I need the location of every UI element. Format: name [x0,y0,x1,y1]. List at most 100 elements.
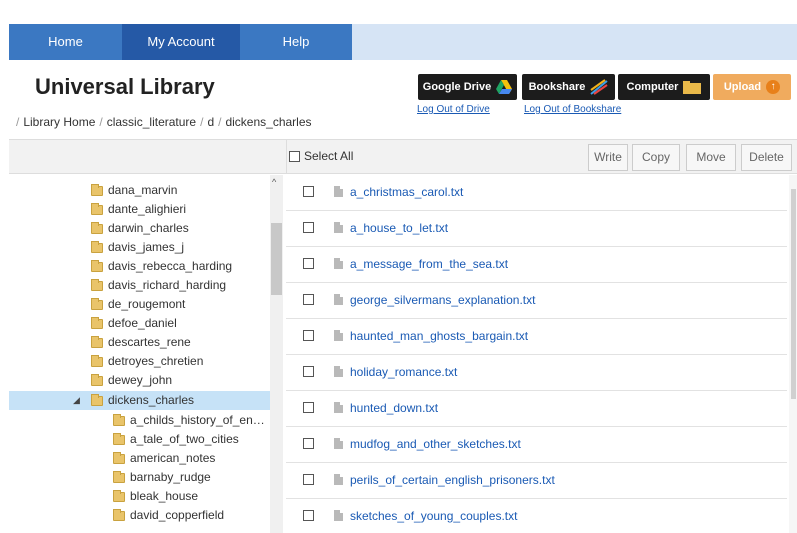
file-checkbox[interactable] [303,474,314,485]
folder-icon [91,202,103,215]
tree-item-davis-richard-harding[interactable]: davis_richard_harding [91,276,226,295]
file-name-link[interactable]: holiday_romance.txt [350,365,457,379]
select-all-checkbox[interactable]: Select All [289,149,353,163]
file-row[interactable]: a_message_from_the_sea.txt [286,247,787,283]
nav-tab-home[interactable]: Home [9,24,122,60]
main-nav: Home My Account Help [9,24,797,60]
tree-item-david-copperfield[interactable]: david_copperfield [113,506,224,525]
file-row[interactable]: george_silvermans_explanation.txt [286,283,787,319]
tree-item-label: dewey_john [108,373,173,387]
file-name-link[interactable]: haunted_man_ghosts_bargain.txt [350,329,528,343]
tree-item-label: descartes_rene [108,335,191,349]
file-name-link[interactable]: a_christmas_carol.txt [350,185,463,199]
file-row[interactable]: a_house_to_let.txt [286,211,787,247]
tree-item-dante-alighieri[interactable]: dante_alighieri [91,200,186,219]
folder-icon [113,451,125,464]
file-name-link[interactable]: a_message_from_the_sea.txt [350,257,508,271]
folder-icon [113,489,125,502]
tree-item-davis-rebecca-harding[interactable]: davis_rebecca_harding [91,257,232,276]
file-checkbox[interactable] [303,402,314,413]
nav-tab-my-account[interactable]: My Account [122,24,240,60]
file-row[interactable]: hunted_down.txt [286,391,787,427]
checkbox[interactable] [289,150,300,162]
document-icon [334,330,343,341]
folder-icon [113,413,125,426]
tree-item-label: david_copperfield [130,508,225,522]
breadcrumb-dickens-charles[interactable]: dickens_charles [225,115,311,129]
tree-item-de-rougemont[interactable]: de_rougemont [91,295,185,314]
google-drive-button-label: Google Drive [422,81,492,93]
file-checkbox[interactable] [303,438,314,449]
breadcrumb-separator: / [218,115,222,129]
folder-icon [91,259,103,272]
folder-icon [91,297,103,310]
tree-item-dewey-john[interactable]: dewey_john [91,371,172,390]
breadcrumb: / Library Home / classic_literature / d / dicke… [12,115,312,129]
bookshare-button[interactable]: Bookshare [522,74,615,100]
google-drive-button[interactable]: Google Drive [418,74,517,100]
expand-triangle-icon[interactable]: ◢ [73,391,80,410]
file-name-link[interactable]: perils_of_certain_english_prisoners.txt [350,473,555,487]
tree-item-dana-marvin[interactable]: dana_marvin [91,181,177,200]
file-row[interactable]: perils_of_certain_english_prisoners.txt [286,463,787,499]
breadcrumb-classic-literature[interactable]: classic_literature [107,115,196,129]
scroll-up-arrow-icon[interactable]: ^ [272,177,276,187]
breadcrumb-library-home[interactable]: Library Home [23,115,95,129]
file-name-link[interactable]: sketches_of_young_couples.txt [350,509,517,523]
nav-tab-help[interactable]: Help [240,24,352,60]
document-icon [334,510,343,521]
folder-icon [91,278,103,291]
tree-item-detroyes-chretien[interactable]: detroyes_chretien [91,352,203,371]
tree-item-bleak-house[interactable]: bleak_house [113,487,198,506]
tree-item-defoe-daniel[interactable]: defoe_daniel [91,314,177,333]
document-icon [334,438,343,449]
breadcrumb-separator: / [99,115,103,129]
tree-item-a-tale-of-two-cities[interactable]: a_tale_of_two_cities [113,430,239,449]
file-name-link[interactable]: hunted_down.txt [350,401,438,415]
tree-item-dickens-charles[interactable]: ◢ dickens_charles [9,391,271,410]
document-icon [334,294,343,305]
file-name-link[interactable]: a_house_to_let.txt [350,221,448,235]
file-checkbox[interactable] [303,366,314,377]
delete-button[interactable]: Delete [741,144,792,171]
file-row[interactable]: haunted_man_ghosts_bargain.txt [286,319,787,355]
upload-button[interactable]: Upload ↑ [713,74,791,100]
tree-item-darwin-charles[interactable]: darwin_charles [91,219,189,238]
tree-item-label: dickens_charles [108,393,195,407]
tree-item-descartes-rene[interactable]: descartes_rene [91,333,191,352]
logout-bookshare-link[interactable]: Log Out of Bookshare [524,104,621,115]
file-checkbox[interactable] [303,222,314,233]
tree-item-barnaby-rudge[interactable]: barnaby_rudge [113,468,211,487]
move-button[interactable]: Move [686,144,736,171]
file-row[interactable]: a_christmas_carol.txt [286,175,787,211]
file-list: a_christmas_carol.txt a_house_to_let.txt… [286,175,787,533]
file-checkbox[interactable] [303,294,314,305]
tree-item-american-notes[interactable]: american_notes [113,449,215,468]
tree-item-label: darwin_charles [108,221,189,235]
tree-scrollbar[interactable]: ^ [270,175,283,533]
file-name-link[interactable]: george_silvermans_explanation.txt [350,293,535,307]
file-list-scrollbar-thumb[interactable] [791,189,796,399]
file-row[interactable]: holiday_romance.txt [286,355,787,391]
file-list-scrollbar[interactable] [789,175,797,533]
tree-item-a-childs-history[interactable]: a_childs_history_of_en… [113,411,265,430]
file-checkbox[interactable] [303,258,314,269]
breadcrumb-separator: / [16,115,20,129]
copy-button[interactable]: Copy [632,144,680,171]
file-row[interactable]: mudfog_and_other_sketches.txt [286,427,787,463]
upload-button-label: Upload [723,81,762,93]
write-button[interactable]: Write [588,144,628,171]
file-name-link[interactable]: mudfog_and_other_sketches.txt [350,437,521,451]
file-checkbox[interactable] [303,510,314,521]
tree-item-davis-james-j[interactable]: davis_james_j [91,238,184,257]
tree-scrollbar-thumb[interactable] [271,223,282,295]
folder-icon [113,508,125,521]
tree-item-label: detroyes_chretien [108,354,204,368]
folder-icon [113,470,125,483]
file-row[interactable]: sketches_of_young_couples.txt [286,499,787,533]
computer-button[interactable]: Computer [618,74,710,100]
file-checkbox[interactable] [303,186,314,197]
breadcrumb-d[interactable]: d [207,115,214,129]
file-checkbox[interactable] [303,330,314,341]
logout-drive-link[interactable]: Log Out of Drive [417,104,490,115]
